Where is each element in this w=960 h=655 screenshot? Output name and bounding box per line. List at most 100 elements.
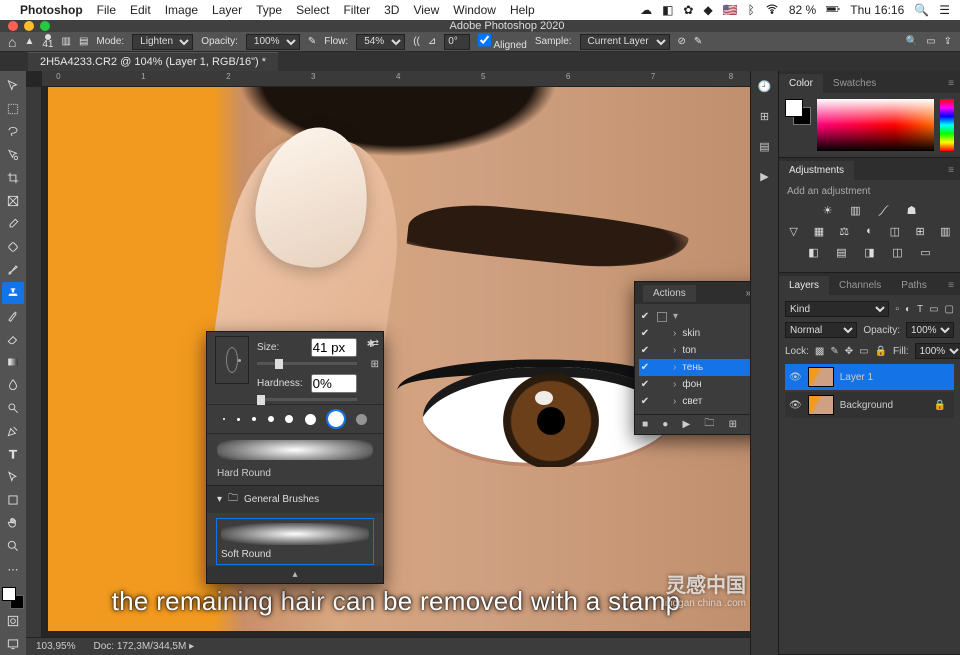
search-icon[interactable]: 🔍 — [906, 36, 918, 47]
panel-menu-icon[interactable]: ≡ — [938, 276, 960, 295]
menu-select[interactable]: Select — [296, 3, 329, 17]
new-action-icon[interactable]: ⊞ — [729, 419, 737, 430]
posterize-icon[interactable]: ▤ — [834, 245, 850, 259]
brush-tool[interactable] — [2, 259, 24, 281]
menu-image[interactable]: Image — [165, 3, 198, 17]
lock-transparent-icon[interactable]: ▩ — [815, 346, 824, 357]
collapse-icon[interactable]: » — [746, 288, 750, 299]
opacity-select[interactable]: 100% — [246, 34, 300, 50]
frame-tool[interactable] — [2, 190, 24, 212]
aligned-checkbox[interactable]: Aligned — [478, 32, 527, 51]
type-tool[interactable] — [2, 443, 24, 465]
history-panel-icon[interactable]: 🕘 — [756, 77, 774, 95]
layer-fill-select[interactable]: 100% — [915, 343, 960, 359]
layer-row[interactable]: 👁 Layer 1 — [785, 364, 954, 390]
channel-mixer-icon[interactable]: ⊞ — [913, 224, 926, 238]
color-spectrum[interactable] — [817, 99, 934, 151]
properties-panel-icon[interactable]: ⊞ — [756, 107, 774, 125]
layer-filter-kind[interactable]: Kind — [785, 301, 889, 317]
invert-icon[interactable]: ◧ — [806, 245, 822, 259]
tab-swatches[interactable]: Swatches — [823, 74, 886, 93]
tab-channels[interactable]: Channels — [829, 276, 891, 295]
panel-menu-icon[interactable]: ≡ — [938, 161, 960, 180]
move-tool[interactable] — [2, 75, 24, 97]
brush-panel-toggle[interactable]: ▤ — [79, 36, 88, 47]
ruler-vertical[interactable] — [26, 87, 42, 637]
hue-sat-icon[interactable]: ▦ — [812, 224, 825, 238]
checkbox-icon[interactable]: ✔ — [639, 379, 651, 390]
healing-tool[interactable] — [2, 236, 24, 258]
gradient-tool[interactable] — [2, 351, 24, 373]
action-item[interactable]: фон — [682, 379, 701, 390]
actions-panel-icon[interactable]: ▶ — [756, 167, 774, 185]
menu-3d[interactable]: 3D — [384, 3, 399, 17]
play-icon[interactable]: ▶ — [683, 419, 691, 430]
quick-mask-toggle[interactable] — [2, 610, 24, 632]
lock-all-icon[interactable]: 🔒 — [875, 346, 887, 357]
close-window-button[interactable] — [8, 21, 18, 31]
panel-menu-icon[interactable]: ≡ — [938, 74, 960, 93]
lock-paint-icon[interactable]: ✎ — [830, 346, 838, 357]
hand-tool[interactable] — [2, 512, 24, 534]
brush-size-presets-row[interactable] — [207, 404, 383, 434]
dialog-toggle[interactable] — [657, 312, 667, 322]
menu-type[interactable]: Type — [256, 3, 282, 17]
chevron-down-icon[interactable]: ▾ — [673, 311, 678, 322]
sample-select[interactable]: Current Layer — [580, 34, 670, 50]
vibrance-icon[interactable]: ▽ — [787, 224, 800, 238]
layer-opacity-select[interactable]: 100% — [906, 322, 954, 338]
new-set-icon[interactable]: 🗀 — [704, 416, 714, 433]
exposure-icon[interactable]: ☗ — [904, 203, 920, 217]
marquee-tool[interactable] — [2, 98, 24, 120]
control-center-icon[interactable]: ☰ — [939, 3, 950, 17]
menu-help[interactable]: Help — [510, 3, 535, 17]
action-item[interactable]: skin — [682, 328, 700, 339]
gradient-map-icon[interactable]: ▭ — [918, 245, 934, 259]
zoom-window-button[interactable] — [40, 21, 50, 31]
crop-tool[interactable] — [2, 167, 24, 189]
stamp-tool-icon[interactable]: ▲ — [24, 36, 34, 47]
zoom-tool[interactable] — [2, 535, 24, 557]
menu-layer[interactable]: Layer — [212, 3, 242, 17]
lock-position-icon[interactable]: ✥ — [845, 346, 853, 357]
brush-size-input[interactable] — [311, 338, 357, 357]
menu-window[interactable]: Window — [453, 3, 496, 17]
layer-name[interactable]: Background — [840, 400, 893, 411]
bluetooth-icon[interactable]: ᛒ — [748, 3, 755, 17]
visibility-eye-icon[interactable]: 👁 — [789, 372, 802, 383]
flag-icon[interactable]: 🇺🇸 — [723, 3, 738, 17]
wifi-icon[interactable] — [765, 2, 779, 19]
screen-mode-toggle[interactable] — [2, 633, 24, 655]
visibility-eye-icon[interactable]: 👁 — [789, 400, 802, 411]
brushes-panel-icon[interactable]: ▤ — [756, 137, 774, 155]
tray-icon[interactable]: ✿ — [683, 3, 693, 17]
home-icon[interactable]: ⌂ — [8, 34, 16, 50]
foreground-background-colors[interactable] — [2, 587, 24, 609]
pen-tool[interactable] — [2, 420, 24, 442]
spotlight-icon[interactable]: 🔍 — [914, 3, 929, 17]
filter-type-icon[interactable]: T — [917, 304, 923, 315]
gear-icon[interactable]: ✱ — [367, 339, 375, 350]
clock[interactable]: Thu 16:16 — [850, 3, 904, 17]
record-icon[interactable]: ● — [662, 419, 668, 430]
blur-tool[interactable] — [2, 374, 24, 396]
foreground-background-colors[interactable] — [785, 99, 811, 125]
tab-layers[interactable]: Layers — [779, 276, 829, 295]
filter-pixel-icon[interactable]: ▫ — [895, 304, 899, 315]
levels-icon[interactable]: ▥ — [848, 203, 864, 217]
ignore-adjustments-icon[interactable]: ⊘ — [678, 36, 686, 47]
battery-icon[interactable] — [826, 2, 840, 19]
tray-icon[interactable]: ◆ — [703, 3, 712, 17]
action-item[interactable]: ton — [682, 345, 696, 356]
blend-mode-select[interactable]: Lighten — [132, 34, 193, 50]
menu-filter[interactable]: Filter — [343, 3, 370, 17]
lasso-tool[interactable] — [2, 121, 24, 143]
photo-filter-icon[interactable]: ◫ — [888, 224, 901, 238]
action-item[interactable]: тень — [682, 362, 703, 373]
resize-handle-icon[interactable]: ▴ — [207, 566, 383, 583]
checkbox-icon[interactable]: ✔ — [639, 362, 651, 373]
history-brush-tool[interactable] — [2, 305, 24, 327]
zoom-level[interactable]: 103,95% — [36, 641, 75, 652]
checkbox-icon[interactable]: ✔ — [639, 311, 651, 322]
pressure-size-icon[interactable]: ✎ — [694, 36, 702, 47]
